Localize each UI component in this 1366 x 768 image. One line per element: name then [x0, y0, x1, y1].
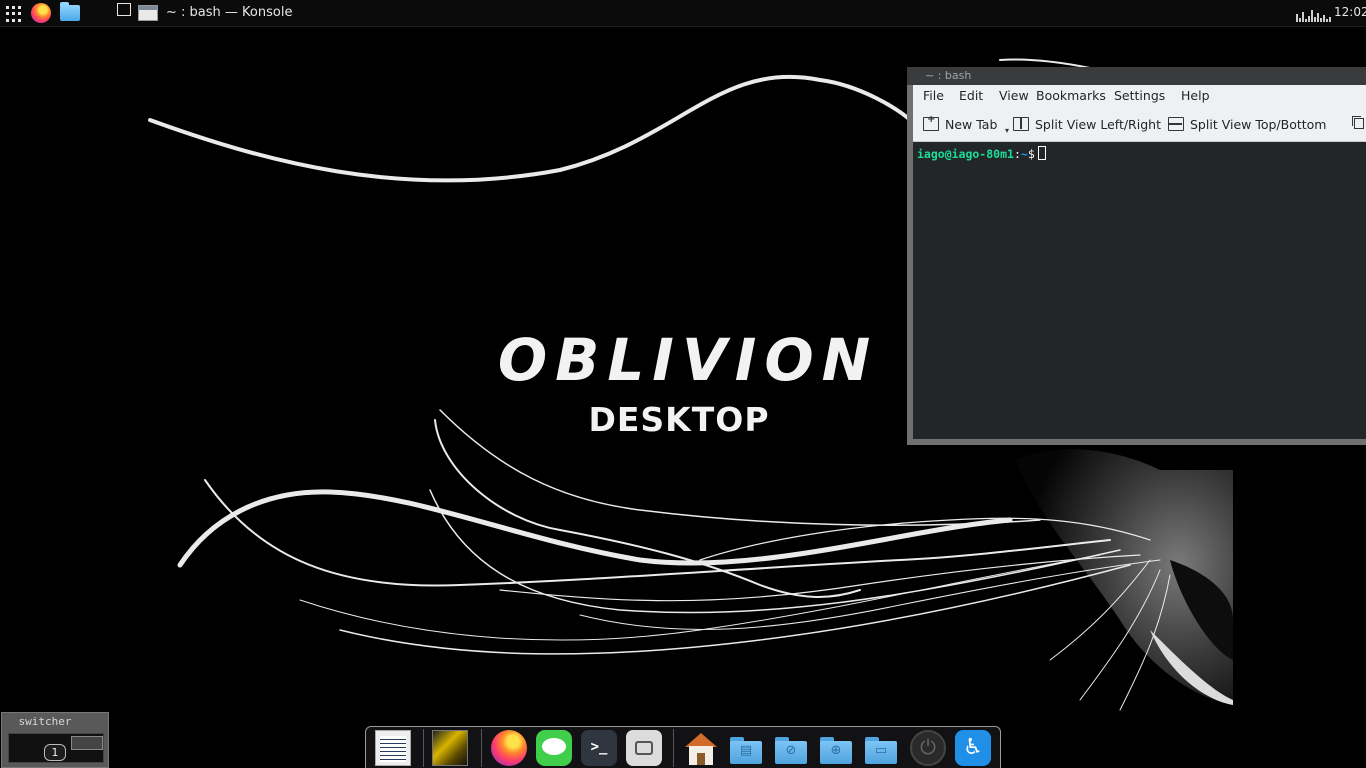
- dock-separator: [481, 729, 482, 767]
- window-titlebar[interactable]: ~ : bash: [907, 67, 1366, 85]
- screenshot-icon[interactable]: [626, 730, 662, 766]
- documents-folder-icon[interactable]: ▤: [728, 730, 764, 766]
- messages-icon[interactable]: [536, 730, 572, 766]
- firefox-dock-icon[interactable]: [491, 730, 527, 766]
- window-thumbnail: [71, 736, 103, 750]
- toolbar: New Tab ▾ Split View Left/Right Split Vi…: [913, 106, 1366, 142]
- desktop-switcher[interactable]: switcher 1: [1, 712, 109, 768]
- prompt-user-host: iago@iago-80m1: [917, 147, 1014, 161]
- dock-separator: [673, 729, 674, 767]
- desktop-number: 1: [44, 744, 66, 761]
- menu-bar: File Edit View Bookmarks Settings Help: [913, 85, 1366, 106]
- top-panel: ~ : bash — Konsole 12:02: [0, 0, 1366, 27]
- split-view-top-bottom-button[interactable]: Split View Top/Bottom: [1168, 106, 1326, 142]
- prompt-symbol: $: [1027, 147, 1035, 161]
- dock-separator: [423, 729, 424, 767]
- split-left-right-icon: [1013, 117, 1029, 131]
- menu-bookmarks[interactable]: Bookmarks: [1036, 88, 1106, 103]
- downloads-folder-icon[interactable]: ⊕: [818, 730, 854, 766]
- text-cursor: [1037, 146, 1046, 160]
- switcher-label: switcher: [18, 715, 72, 728]
- home-folder-icon[interactable]: [683, 730, 719, 766]
- split-top-bottom-icon: [1168, 117, 1184, 131]
- network-folder-icon[interactable]: ⊘: [773, 730, 809, 766]
- firefox-icon[interactable]: [31, 3, 51, 23]
- shell-prompt: iago@iago-80m1:~$: [917, 146, 1046, 161]
- prompt-separator: :: [1013, 147, 1021, 161]
- new-tab-button[interactable]: New Tab ▾: [923, 106, 1009, 142]
- window-title: ~ : bash: [925, 69, 972, 82]
- wallpaper-preview-icon[interactable]: [432, 730, 468, 766]
- split-top-bottom-label: Split View Top/Bottom: [1190, 116, 1327, 132]
- terminal-area[interactable]: iago@iago-80m1:~$: [913, 142, 1366, 439]
- new-tab-icon: [923, 114, 939, 131]
- terminal-icon[interactable]: >_: [581, 730, 617, 766]
- split-left-right-label: Split View Left/Right: [1035, 116, 1161, 132]
- app-launcher-icon[interactable]: [6, 6, 22, 22]
- menu-settings[interactable]: Settings: [1114, 88, 1165, 103]
- show-desktop-icon[interactable]: [117, 3, 131, 16]
- wallpaper-subtitle: DESKTOP: [588, 400, 770, 439]
- task-manager-icon[interactable]: [375, 730, 411, 766]
- window-icon[interactable]: [138, 5, 158, 21]
- copy-icon[interactable]: [1352, 116, 1364, 129]
- menu-view[interactable]: View: [999, 88, 1029, 103]
- konsole-window: ~ : bash File Edit View Bookmarks Settin…: [907, 67, 1366, 445]
- file-manager-icon[interactable]: [60, 2, 80, 21]
- dock: >_ ▤ ⊘ ⊕ ▭ ⏻ ♿: [365, 726, 1001, 768]
- menu-edit[interactable]: Edit: [959, 88, 983, 103]
- chevron-down-icon[interactable]: ▾: [1005, 126, 1009, 135]
- desktop-preview[interactable]: 1: [8, 733, 104, 763]
- cpu-graph-icon: [1296, 8, 1332, 22]
- prompt-path: ~: [1020, 147, 1028, 161]
- active-window-title[interactable]: ~ : bash — Konsole: [166, 5, 292, 20]
- new-tab-label: New Tab: [945, 116, 998, 132]
- desktop-folder-icon[interactable]: ▭: [863, 730, 899, 766]
- wallpaper-title: OBLIVION: [497, 326, 879, 394]
- split-view-left-right-button[interactable]: Split View Left/Right: [1013, 106, 1161, 142]
- menu-file[interactable]: File: [923, 88, 944, 103]
- menu-help[interactable]: Help: [1181, 88, 1210, 103]
- power-icon[interactable]: ⏻: [910, 730, 946, 766]
- accessibility-icon[interactable]: ♿: [955, 730, 991, 766]
- clock[interactable]: 12:02: [1334, 5, 1366, 19]
